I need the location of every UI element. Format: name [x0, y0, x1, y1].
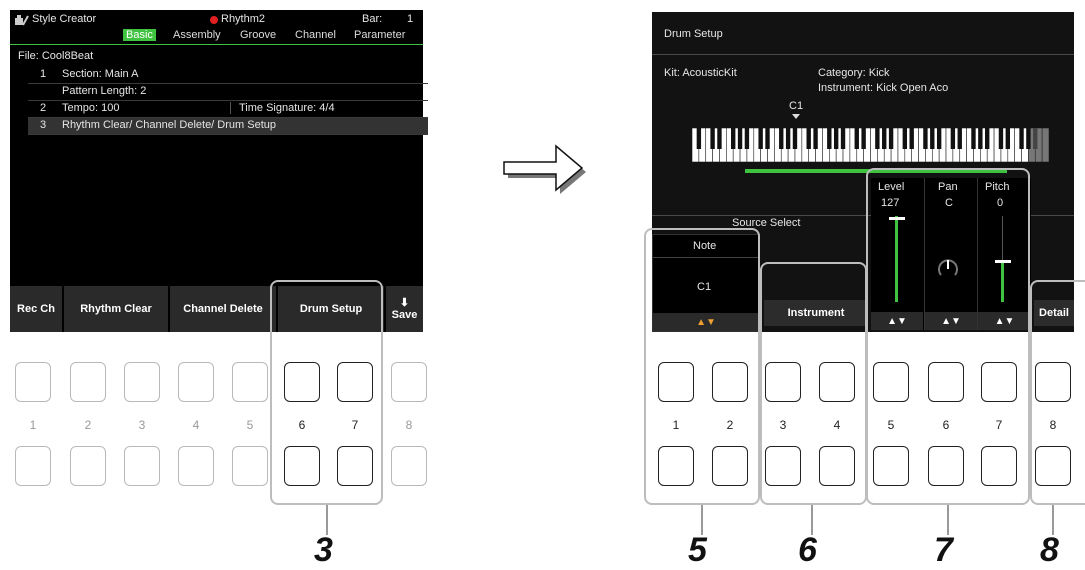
keyboard[interactable] — [691, 127, 1050, 163]
step-number: 3 — [314, 531, 333, 569]
black-key[interactable] — [1033, 128, 1038, 149]
step-number: 8 — [1040, 531, 1059, 569]
record-dot-icon — [210, 16, 218, 24]
save-label: Save — [391, 308, 418, 321]
tab-assembly[interactable]: Assembly — [170, 29, 224, 41]
black-key[interactable] — [875, 128, 880, 149]
hardware-button-upper-8[interactable] — [391, 362, 427, 402]
black-key[interactable] — [813, 128, 818, 149]
button-number-label: 8 — [405, 418, 413, 432]
category-line: Category: Kick — [818, 67, 890, 79]
black-key[interactable] — [978, 128, 983, 149]
black-key[interactable] — [1026, 128, 1031, 149]
instrument-line: Instrument: Kick Open Aco — [818, 82, 949, 94]
hardware-button-lower-1[interactable] — [15, 446, 51, 486]
button-number-label: 4 — [192, 418, 200, 432]
black-key[interactable] — [861, 128, 866, 149]
black-key[interactable] — [1019, 128, 1024, 149]
step-number: 7 — [934, 531, 953, 569]
hardware-button-lower-5[interactable] — [232, 446, 268, 486]
tab-parameter[interactable]: Parameter — [351, 29, 408, 41]
list-item-selected[interactable]: 3 Rhythm Clear/ Channel Delete/ Drum Set… — [28, 118, 428, 135]
button-number-label: 3 — [138, 418, 146, 432]
group-instrument-buttons — [760, 262, 867, 505]
list-item[interactable]: Pattern Length: 2 — [28, 84, 428, 101]
style-name: Rhythm2 — [221, 13, 266, 25]
divider — [652, 54, 1074, 55]
black-key[interactable] — [909, 128, 914, 149]
list-item[interactable]: 1 Section: Main A — [28, 67, 428, 84]
download-icon: ⬇ — [399, 296, 410, 309]
group-detail-buttons — [1030, 280, 1085, 505]
black-key[interactable] — [936, 128, 942, 149]
black-key[interactable] — [930, 128, 935, 149]
black-key[interactable] — [998, 128, 1004, 149]
tab-channel[interactable]: Channel — [292, 29, 339, 41]
white-key[interactable] — [1041, 127, 1050, 163]
black-key[interactable] — [833, 128, 839, 149]
hardware-button-lower-3[interactable] — [124, 446, 160, 486]
button-number-label: 2 — [84, 418, 92, 432]
button-number-label: 5 — [246, 418, 254, 432]
hardware-button-lower-4[interactable] — [178, 446, 214, 486]
black-key[interactable] — [1005, 128, 1010, 149]
black-key[interactable] — [806, 128, 811, 149]
black-key[interactable] — [731, 128, 736, 149]
black-key[interactable] — [902, 128, 908, 149]
hardware-button-upper-3[interactable] — [124, 362, 160, 402]
rec-ch-button[interactable]: Rec Ch — [10, 286, 62, 332]
channel-delete-button[interactable]: Channel Delete — [170, 286, 276, 332]
black-key[interactable] — [792, 128, 798, 149]
black-key[interactable] — [840, 128, 846, 149]
hardware-button-upper-5[interactable] — [232, 362, 268, 402]
black-key[interactable] — [717, 128, 722, 149]
group-note-buttons — [644, 228, 760, 505]
style-creator-icon — [15, 14, 29, 26]
black-key[interactable] — [785, 128, 791, 149]
rhythm-clear-button[interactable]: Rhythm Clear — [64, 286, 168, 332]
black-key[interactable] — [971, 128, 976, 149]
black-key[interactable] — [765, 128, 770, 149]
app-title: Style Creator — [32, 13, 97, 25]
hardware-button-upper-1[interactable] — [15, 362, 51, 402]
tab-underline — [10, 44, 423, 45]
black-key[interactable] — [882, 128, 887, 149]
tab-groove[interactable]: Groove — [237, 29, 279, 41]
group-mixer-buttons — [866, 168, 1030, 505]
black-key[interactable] — [779, 128, 784, 149]
black-key[interactable] — [758, 128, 763, 149]
group-drum-setup-buttons — [270, 280, 383, 505]
step-number: 6 — [798, 531, 817, 569]
button-number-label: 1 — [29, 418, 37, 432]
key-marker-triangle-icon — [792, 114, 800, 119]
black-key[interactable] — [957, 128, 962, 149]
hardware-button-lower-2[interactable] — [70, 446, 106, 486]
hardware-button-upper-4[interactable] — [178, 362, 214, 402]
black-key[interactable] — [696, 128, 702, 149]
black-key[interactable] — [710, 128, 715, 149]
save-button[interactable]: ⬇ Save — [386, 286, 423, 332]
list-item[interactable]: 2 Tempo: 100 Time Signature: 4/4 — [28, 101, 428, 118]
black-key[interactable] — [744, 128, 750, 149]
black-key[interactable] — [854, 128, 859, 149]
page-title: Drum Setup — [664, 28, 723, 40]
black-key[interactable] — [923, 128, 928, 149]
bar-label: Bar: — [362, 13, 383, 25]
key-marker: C1 — [789, 100, 804, 112]
hardware-button-upper-2[interactable] — [70, 362, 106, 402]
right-arrow-icon — [498, 138, 590, 198]
black-key[interactable] — [950, 128, 956, 149]
kit-line: Kit: AcousticKit — [664, 67, 737, 79]
black-key[interactable] — [737, 128, 743, 149]
tab-basic[interactable]: Basic — [123, 29, 156, 41]
hardware-button-lower-8[interactable] — [391, 446, 427, 486]
file-line: File: Cool8Beat — [18, 50, 94, 62]
step-number: 5 — [688, 531, 707, 569]
black-key[interactable] — [888, 128, 894, 149]
black-key[interactable] — [985, 128, 990, 149]
bar-value: 1 — [407, 13, 414, 25]
black-key[interactable] — [827, 128, 832, 149]
